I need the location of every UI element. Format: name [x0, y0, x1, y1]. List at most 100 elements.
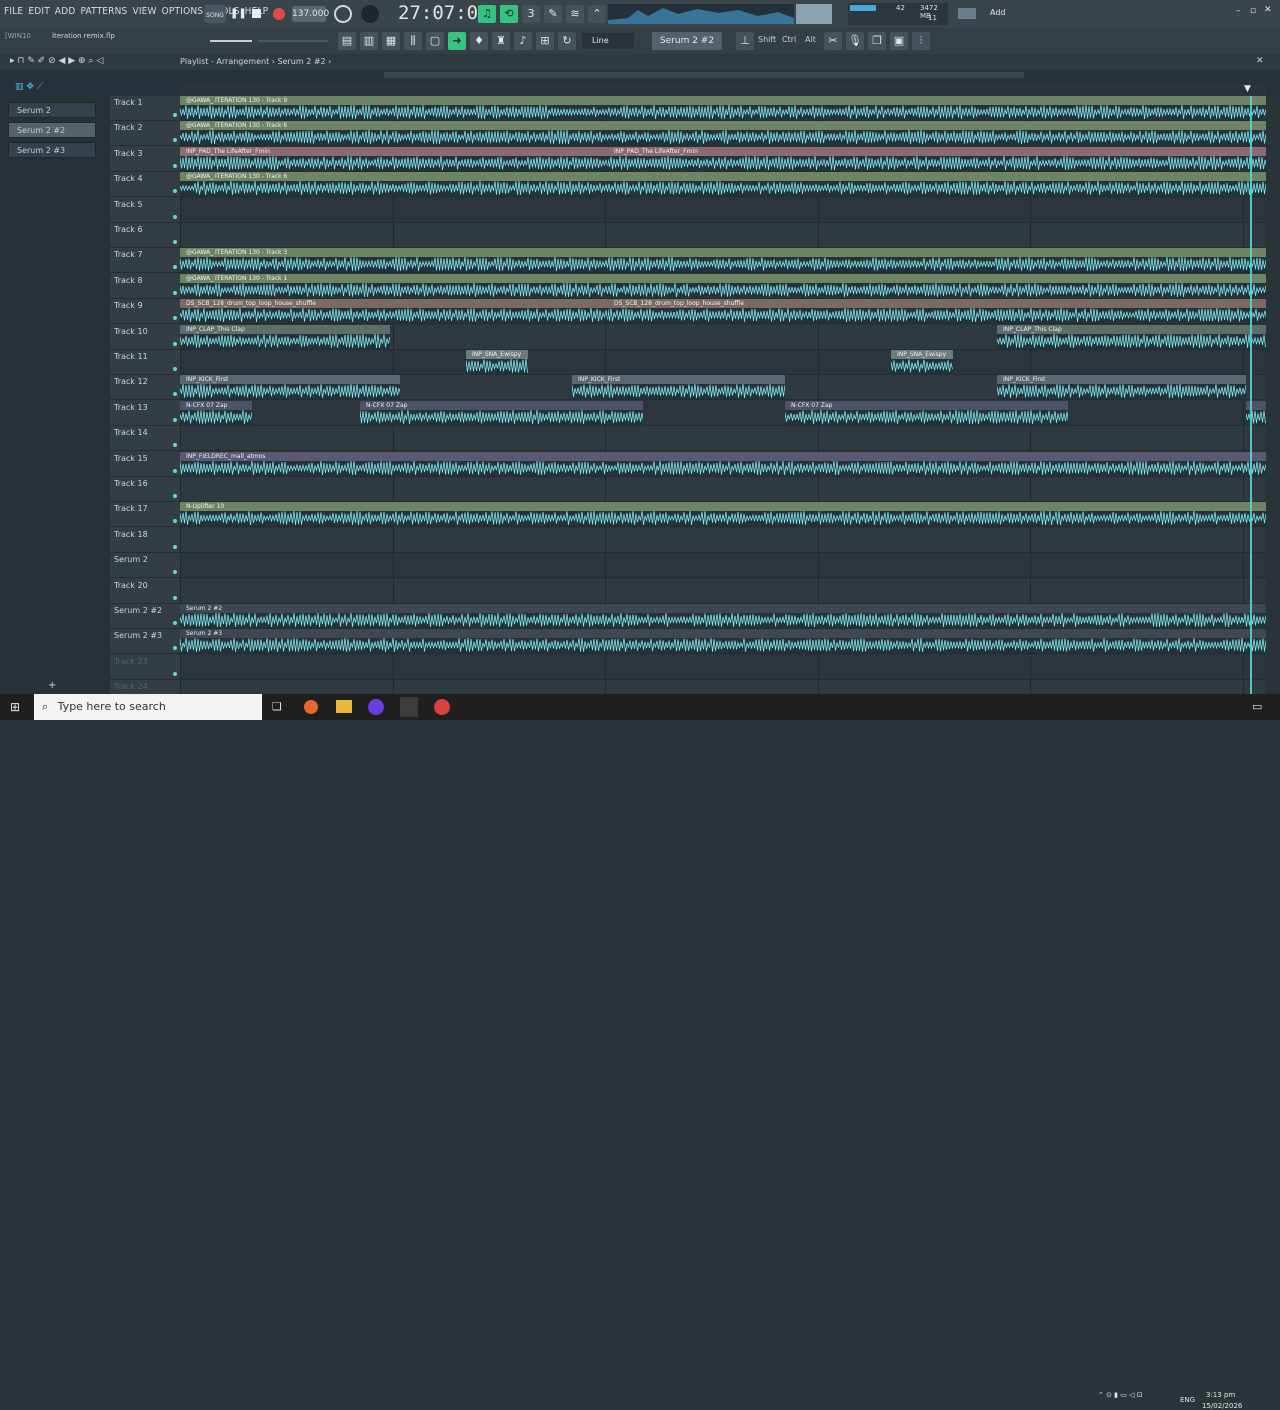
track-lane[interactable] [180, 223, 1266, 248]
snap-select[interactable]: Line [582, 33, 634, 49]
task-view-icon[interactable]: ❏ [272, 700, 282, 713]
file-explorer-icon[interactable] [336, 700, 352, 713]
track-header[interactable]: Track 14 [110, 426, 180, 452]
main-pitch-slider[interactable] [258, 40, 328, 42]
track-lane[interactable] [180, 527, 1266, 553]
track-header[interactable]: Track 18 [110, 528, 180, 553]
track-enable-led[interactable] [173, 316, 177, 321]
audio-clip[interactable]: INP_KICK_First [997, 375, 1246, 400]
loop-record-icon[interactable]: ⟲ [500, 5, 518, 23]
track-enable-led[interactable] [173, 367, 177, 371]
pattern-selector[interactable]: Serum 2 #2 [652, 32, 722, 50]
song-mode-toggle[interactable]: SONG [204, 5, 226, 23]
audio-clip[interactable]: Serum 2 #2 [180, 604, 1266, 628]
track-lane[interactable] [180, 680, 1266, 694]
track-header[interactable]: Track 8 [110, 274, 180, 299]
track-enable-led[interactable] [173, 417, 177, 422]
track-enable-led[interactable] [173, 468, 177, 473]
track-header[interactable]: Track 17 [110, 502, 180, 528]
audio-clip[interactable]: N-CFX 07 Zap [180, 400, 252, 425]
audio-clip[interactable]: @GAWA_ ITERATION 130 - Track 1 [180, 273, 1266, 298]
app-icon[interactable] [368, 699, 384, 715]
track-header[interactable]: Track 9 [110, 299, 180, 325]
piano-roll-icon[interactable]: ▥ [360, 32, 378, 50]
track-header[interactable]: Track 13 [110, 401, 180, 426]
pin-icon[interactable]: ⊥ [736, 32, 754, 50]
audio-clip[interactable]: Serum 2 #3 [180, 629, 1266, 654]
track-header[interactable]: Serum 2 #3 [110, 629, 180, 655]
playlist-window-close-icon[interactable]: ✕ [1256, 56, 1264, 66]
track-header[interactable]: Track 5 [110, 198, 180, 223]
obs-icon[interactable] [434, 699, 450, 715]
track-lane[interactable] [180, 350, 1266, 375]
audio-clip[interactable]: @GAWA_ ITERATION 130 - Track 6 [180, 172, 1266, 197]
tempo-display[interactable]: 137.000 [292, 6, 329, 22]
arrow-right-icon[interactable]: ➜ [448, 32, 466, 50]
timeline-ruler[interactable] [180, 84, 1266, 96]
audio-clip[interactable]: INP_PAD_The LifeAfter_Fmin [180, 146, 608, 171]
arrangement-grid[interactable]: @GAWA_ ITERATION 130 - Track 9 @GAWA_ ITE… [180, 96, 1266, 694]
windows-start-icon[interactable]: ⊞ [10, 700, 20, 714]
playhead-line[interactable] [1250, 96, 1252, 694]
shift-key[interactable]: Shift [758, 35, 776, 44]
browser-icon[interactable]: ▢ [426, 32, 444, 50]
track-header[interactable]: Track 3 [110, 147, 180, 172]
fl-studio-taskbar-icon[interactable] [400, 697, 418, 717]
track-header[interactable]: Track 20 [110, 579, 180, 604]
audio-clip[interactable]: INP_KICK_First [180, 375, 400, 400]
stop-button[interactable] [252, 9, 261, 18]
timeline-scrollbar[interactable] [384, 72, 1024, 78]
track-header[interactable]: Track 4 [110, 172, 180, 198]
audio-clip[interactable]: N-CFX 07 Zap [785, 400, 1068, 425]
track-lane[interactable] [180, 426, 1266, 452]
track-header[interactable]: Serum 2 [110, 553, 180, 579]
track-enable-led[interactable] [173, 544, 177, 549]
audio-clip[interactable]: DS_SCB_128_drum_top_loop_house_shuffle [180, 299, 608, 324]
restore-icon[interactable]: ▫ [1250, 6, 1256, 16]
track-header[interactable]: Track 16 [110, 477, 180, 502]
picker-item-serum-2-2[interactable]: Serum 2 #2 [8, 122, 96, 138]
track-enable-led[interactable] [173, 595, 177, 600]
add-pattern-icon[interactable]: + [48, 680, 56, 691]
track-header[interactable]: Serum 2 #2 [110, 604, 180, 629]
track-enable-led[interactable] [173, 214, 177, 219]
copy-icon[interactable]: ❐ [868, 32, 886, 50]
flag-icon[interactable] [958, 8, 976, 19]
track-enable-led[interactable] [173, 341, 177, 346]
close-icon[interactable]: ✕ [1264, 5, 1272, 15]
track-enable-led[interactable] [173, 240, 177, 244]
tuner-icon[interactable]: ♪ [514, 32, 532, 50]
ctrl-key[interactable]: Ctrl [782, 35, 796, 44]
playlist-icon[interactable]: ▤ [338, 32, 356, 50]
track-enable-led[interactable] [173, 570, 177, 575]
track-header[interactable]: Track 23 [110, 655, 180, 680]
track-enable-led[interactable] [173, 138, 177, 143]
track-enable-led[interactable] [173, 265, 177, 270]
mixer-link-icon[interactable]: ⫶ [912, 32, 930, 50]
track-enable-led[interactable] [173, 443, 177, 448]
track-lane[interactable] [180, 578, 1266, 604]
record-button[interactable] [273, 8, 285, 20]
plugin-picker-icon[interactable]: ♦ [470, 32, 488, 50]
notifications-icon[interactable]: ▭ [1252, 700, 1262, 713]
track-lane[interactable] [180, 401, 1266, 426]
track-header[interactable]: Track 15 [110, 452, 180, 477]
menu-patterns[interactable]: PATTERNS [81, 6, 128, 22]
minimize-icon[interactable]: – [1236, 6, 1241, 16]
picker-item-serum-2[interactable]: Serum 2 [8, 102, 96, 118]
taskbar-search[interactable]: ⌕ Type here to search [34, 694, 262, 720]
menu-edit[interactable]: EDIT [28, 6, 50, 22]
add-menu-button[interactable]: Add [990, 8, 1006, 17]
track-enable-led[interactable] [173, 671, 177, 676]
track-header[interactable]: Track 6 [110, 223, 180, 248]
track-enable-led[interactable] [173, 163, 177, 168]
audio-clip[interactable]: @GAWA_ ITERATION 130 - Track 6 [180, 121, 1266, 146]
channel-rack-icon[interactable]: ▦ [382, 32, 400, 50]
cut-icon[interactable]: ✂ [824, 32, 842, 50]
track-header[interactable]: Track 7 [110, 248, 180, 274]
wait-input-icon[interactable]: ⌃ [588, 5, 606, 23]
firefox-icon[interactable] [304, 700, 318, 714]
clock-date[interactable]: 15/02/2026 [1202, 1402, 1242, 1410]
audio-clip[interactable]: @GAWA_ ITERATION 130 - Track 3 [180, 248, 1266, 273]
grid-icon[interactable]: ⊞ [536, 32, 554, 50]
